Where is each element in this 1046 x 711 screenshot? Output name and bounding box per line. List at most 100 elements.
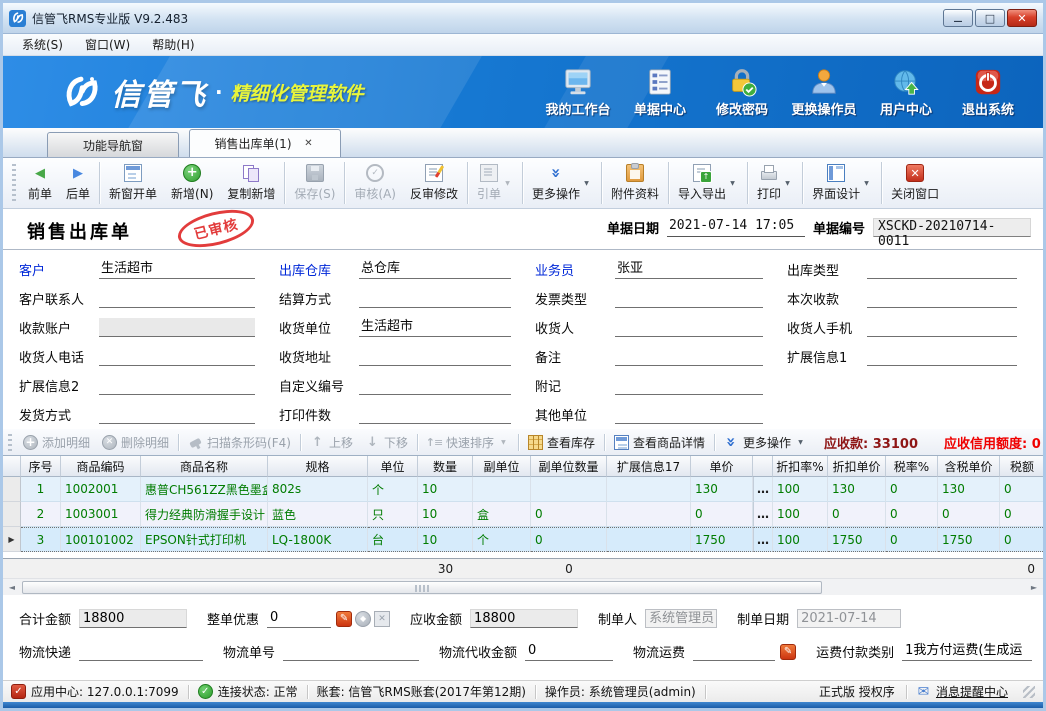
toolbar-print[interactable]: 打印 xyxy=(750,161,800,205)
grid-cell[interactable]: 1750 xyxy=(938,527,1000,552)
field-input[interactable] xyxy=(359,347,511,366)
grid-cell[interactable]: 0 xyxy=(1000,477,1043,502)
grid-column-header[interactable]: 单价 xyxy=(691,456,753,477)
grid-cell[interactable]: 1003001 xyxy=(61,502,141,527)
grid-cell[interactable]: 130 xyxy=(938,477,1000,502)
resize-grip-icon[interactable] xyxy=(1023,686,1035,698)
dropdown-arrow-icon[interactable] xyxy=(727,180,738,187)
grid-cell[interactable] xyxy=(607,502,691,527)
toolbar-unaudit-edit[interactable]: 反审修改 xyxy=(403,161,465,205)
toolbar-pull-doc[interactable]: 引单 xyxy=(470,161,520,205)
banner-nav-workbench[interactable]: 我的工作台 xyxy=(541,67,615,118)
grid-cell[interactable]: 0 xyxy=(1000,527,1043,552)
field-input[interactable]: 生活超市 xyxy=(99,260,255,279)
grid-cell[interactable]: 0 xyxy=(531,527,607,552)
field-input[interactable] xyxy=(867,347,1017,366)
grid-cell[interactable]: 100 xyxy=(773,527,828,552)
field-input[interactable] xyxy=(99,376,255,395)
grid-cell[interactable]: 0 xyxy=(886,502,938,527)
tag-icon[interactable] xyxy=(355,611,371,627)
toolbar-save[interactable]: 保存(S) xyxy=(287,161,342,205)
field-input[interactable]: 张亚 xyxy=(615,260,763,279)
grid-cell[interactable] xyxy=(607,477,691,502)
toolbar-copy-new[interactable]: 复制新增 xyxy=(220,161,282,205)
scroll-thumb[interactable] xyxy=(22,581,822,594)
toolbar-audit[interactable]: 审核(A) xyxy=(347,161,403,205)
field-input[interactable]: 18800 xyxy=(79,609,187,628)
grid-column-header[interactable]: 单位 xyxy=(368,456,418,477)
toolbar-close-window[interactable]: 关闭窗口 xyxy=(884,161,946,205)
grid-cell[interactable]: 惠普CH561ZZ黑色墨盒 xyxy=(141,477,268,502)
toolbar-more-operations[interactable]: 更多操作 xyxy=(525,161,599,205)
row-options-button[interactable]: … xyxy=(753,477,773,502)
grid-toolbar-view-stock[interactable]: 查看库存 xyxy=(522,432,601,453)
grid-cell[interactable]: 盒 xyxy=(473,502,531,527)
grid-toolbar-more-operations-2[interactable]: 更多操作 xyxy=(718,432,812,453)
grid-cell[interactable]: 1750 xyxy=(828,527,886,552)
field-input[interactable]: 总仓库 xyxy=(359,260,511,279)
grid-cell[interactable]: EPSON针式打印机 xyxy=(141,527,268,552)
field-input[interactable]: 1我方付运费(生成运 xyxy=(902,642,1032,661)
grid-cell[interactable]: 1002001 xyxy=(61,477,141,502)
row-options-button[interactable]: … xyxy=(753,527,773,552)
tab-close-icon[interactable] xyxy=(302,137,316,151)
grid-cell[interactable]: 0 xyxy=(691,502,753,527)
doc-date-input[interactable]: 2021-07-14 17:05 xyxy=(667,218,805,237)
field-input[interactable] xyxy=(99,318,255,337)
banner-nav-doc-center[interactable]: 单据中心 xyxy=(623,67,697,118)
field-input[interactable]: 0 xyxy=(525,642,613,661)
grid-column-header[interactable]: 序号 xyxy=(21,456,61,477)
field-input[interactable] xyxy=(867,260,1017,279)
grid-column-header[interactable]: 折扣率% xyxy=(773,456,828,477)
toolbar-import-export[interactable]: 导入导出 xyxy=(671,161,745,205)
grid-column-header[interactable]: 规格 xyxy=(268,456,368,477)
menu-item[interactable]: 帮助(H) xyxy=(141,34,205,55)
toolbar-ui-design[interactable]: 界面设计 xyxy=(805,161,879,205)
dropdown-arrow-icon[interactable] xyxy=(861,180,872,187)
tab-sales-outbound[interactable]: 销售出库单(1) xyxy=(189,129,341,157)
grid-cell[interactable]: 1 xyxy=(21,477,61,502)
grid-cell[interactable]: 0 xyxy=(1000,502,1043,527)
grid-cell[interactable]: 0 xyxy=(938,502,1000,527)
field-input[interactable]: 0 xyxy=(267,609,331,628)
field-input[interactable] xyxy=(615,347,763,366)
grid-cell[interactable]: 得力经典防滑握手设计 xyxy=(141,502,268,527)
field-input[interactable]: 系统管理员 xyxy=(645,609,717,628)
field-input[interactable] xyxy=(867,289,1017,308)
grid-cell[interactable] xyxy=(607,527,691,552)
dropdown-arrow-icon[interactable] xyxy=(498,439,509,446)
toolbar-grip[interactable] xyxy=(8,434,12,451)
grid-column-header[interactable]: 含税单价 xyxy=(938,456,1000,477)
field-input[interactable]: 18800 xyxy=(470,609,578,628)
field-input[interactable] xyxy=(867,318,1017,337)
field-input[interactable] xyxy=(283,642,419,661)
toolbar-attachments[interactable]: 附件资料 xyxy=(604,161,666,205)
grid-cell[interactable]: 个 xyxy=(473,527,531,552)
menu-item[interactable]: 窗口(W) xyxy=(74,34,141,55)
field-input[interactable] xyxy=(359,405,511,424)
grid-cell[interactable]: 3 xyxy=(21,527,61,552)
grid-column-header[interactable]: 税额 xyxy=(1000,456,1043,477)
grid-cell[interactable]: 100101002 xyxy=(61,527,141,552)
banner-nav-exit-system[interactable]: 退出系统 xyxy=(951,67,1025,118)
field-input[interactable] xyxy=(615,318,763,337)
field-input[interactable] xyxy=(79,642,203,661)
grid-toolbar-add-detail[interactable]: 添加明细 xyxy=(17,432,96,453)
discount-edit-icon[interactable] xyxy=(336,611,352,627)
scroll-left-arrow-icon[interactable] xyxy=(4,580,20,595)
grid-toolbar-view-product-detail[interactable]: 查看商品详情 xyxy=(608,432,711,453)
grid-cell[interactable]: 0 xyxy=(531,502,607,527)
grid-row[interactable]: 3100101002EPSON针式打印机LQ-1800K台10个01750…10… xyxy=(3,527,1043,552)
field-input[interactable] xyxy=(359,376,511,395)
grid-cell[interactable]: 10 xyxy=(418,502,473,527)
banner-nav-user-center[interactable]: 用户中心 xyxy=(869,67,943,118)
dropdown-arrow-icon[interactable] xyxy=(782,180,793,187)
grid-cell[interactable]: 0 xyxy=(886,527,938,552)
grid-cell[interactable]: 130 xyxy=(691,477,753,502)
grid-column-header[interactable]: 数量 xyxy=(418,456,473,477)
grid-column-header[interactable]: 商品名称 xyxy=(141,456,268,477)
grid-column-header[interactable]: 商品编码 xyxy=(61,456,141,477)
grid-column-header[interactable]: 副单位 xyxy=(473,456,531,477)
grid-cell[interactable]: 10 xyxy=(418,477,473,502)
grid-cell[interactable]: 802s xyxy=(268,477,368,502)
